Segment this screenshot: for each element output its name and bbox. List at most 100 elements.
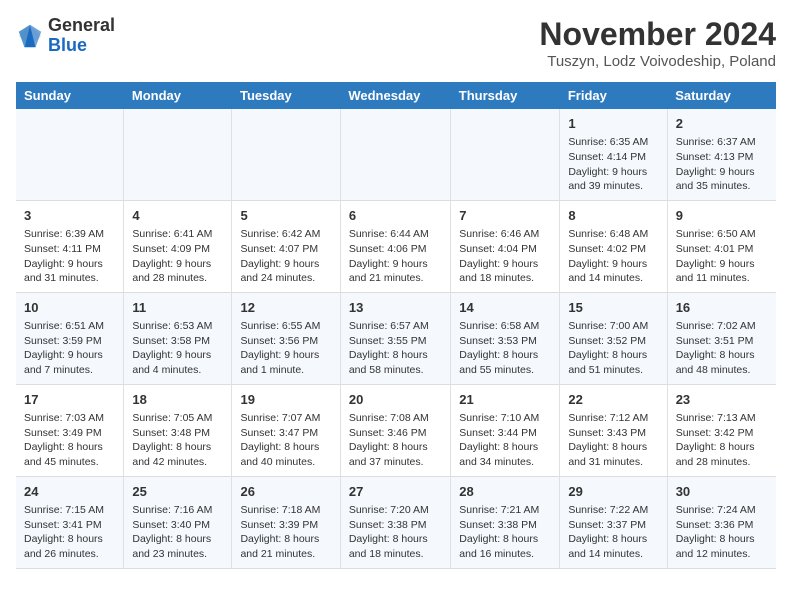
month-title: November 2024 <box>539 16 776 53</box>
day-info: Sunrise: 7:15 AM <box>24 504 104 516</box>
day-number: 3 <box>24 207 115 225</box>
day-info: Sunset: 3:52 PM <box>568 335 646 347</box>
day-info: Daylight: 8 hours and 21 minutes. <box>240 533 319 560</box>
calendar-cell-w4d3: 19Sunrise: 7:07 AMSunset: 3:47 PMDayligh… <box>232 384 340 476</box>
logo-blue: Blue <box>48 35 87 55</box>
day-number: 7 <box>459 207 551 225</box>
day-info: Sunset: 3:44 PM <box>459 427 537 439</box>
col-saturday: Saturday <box>667 82 776 109</box>
day-info: Sunset: 3:56 PM <box>240 335 318 347</box>
day-number: 5 <box>240 207 331 225</box>
calendar-cell-w4d5: 21 Sunrise: 7:10 AM Sunset: 3:44 PM Dayligh… <box>451 384 560 476</box>
day-info: Sunset: 3:36 PM <box>676 519 754 531</box>
day-info: Daylight: 8 hours and 55 minutes. <box>459 349 538 376</box>
day-info: Sunrise: 7:13 AM <box>676 412 756 424</box>
day-info: Sunset: 4:09 PM <box>132 243 210 255</box>
calendar-cell-w4d6: 22Sunrise: 7:12 AMSunset: 3:43 PMDayligh… <box>560 384 667 476</box>
day-info: Daylight: 8 hours and 48 minutes. <box>676 349 755 376</box>
day-info: Sunrise: 6:58 AM <box>459 320 539 332</box>
calendar-cell-w2d2: 4Sunrise: 6:41 AMSunset: 4:09 PMDaylight… <box>124 200 232 292</box>
day-number: 14 <box>459 299 551 317</box>
day-info: Daylight: 8 hours and 42 minutes. <box>132 441 211 468</box>
day-info: Daylight: 9 hours and 28 minutes. <box>132 258 211 285</box>
day-info: Daylight: 9 hours and 1 minute. <box>240 349 319 376</box>
calendar-cell-w2d7: 9Sunrise: 6:50 AMSunset: 4:01 PMDaylight… <box>667 200 776 292</box>
day-info: Sunrise: 6:46 AM <box>459 228 539 240</box>
day-info: Daylight: 8 hours and 26 minutes. <box>24 533 103 560</box>
calendar-cell-w1d1 <box>16 109 124 200</box>
day-number: 12 <box>240 299 331 317</box>
col-monday: Monday <box>124 82 232 109</box>
day-info: Daylight: 9 hours and 21 minutes. <box>349 258 428 285</box>
calendar-cell-w5d6: 29 Sunrise: 7:22 AM Sunset: 3:37 PM Dayligh… <box>560 476 667 568</box>
day-info: Sunrise: 6:39 AM <box>24 228 104 240</box>
calendar-cell-w1d6: 1Sunrise: 6:35 AMSunset: 4:14 PMDaylight… <box>560 109 667 200</box>
day-info: Daylight: 9 hours and 14 minutes. <box>568 258 647 285</box>
calendar-cell-w4d4: 20Sunrise: 7:08 AMSunset: 3:46 PMDayligh… <box>340 384 450 476</box>
day-number: 16 <box>676 299 768 317</box>
day-info: Sunrise: 7:24 AM <box>676 504 756 516</box>
calendar-cell-w1d3 <box>232 109 340 200</box>
day-info: Daylight: 8 hours and 40 minutes. <box>240 441 319 468</box>
day-number: 8 <box>568 207 658 225</box>
day-info: Sunrise: 7:02 AM <box>676 320 756 332</box>
day-info: Sunrise: 6:57 AM <box>349 320 429 332</box>
day-number: 10 <box>24 299 115 317</box>
day-number: 29 <box>568 483 658 501</box>
day-number: 24 <box>24 483 115 501</box>
day-number: 13 <box>349 299 442 317</box>
day-info: Sunset: 4:14 PM <box>568 151 646 163</box>
col-tuesday: Tuesday <box>232 82 340 109</box>
day-info: Daylight: 9 hours and 31 minutes. <box>24 258 103 285</box>
day-info: Daylight: 8 hours and 12 minutes. <box>676 533 755 560</box>
logo: General Blue <box>16 16 115 56</box>
day-info: Sunrise: 7:16 AM <box>132 504 212 516</box>
day-number: 30 <box>676 483 768 501</box>
day-info: Sunset: 3:58 PM <box>132 335 210 347</box>
day-info: Daylight: 8 hours and 18 minutes. <box>349 533 428 560</box>
day-info: Sunrise: 7:18 AM <box>240 504 320 516</box>
calendar-cell-w1d7: 2Sunrise: 6:37 AMSunset: 4:13 PMDaylight… <box>667 109 776 200</box>
day-number: 22 <box>568 391 658 409</box>
day-number: 18 <box>132 391 223 409</box>
calendar-cell-w3d7: 16Sunrise: 7:02 AMSunset: 3:51 PMDayligh… <box>667 292 776 384</box>
day-info: Sunset: 3:41 PM <box>24 519 102 531</box>
day-info: Daylight: 9 hours and 11 minutes. <box>676 258 755 285</box>
day-number: 27 <box>349 483 442 501</box>
calendar-cell-w3d1: 10Sunrise: 6:51 AMSunset: 3:59 PMDayligh… <box>16 292 124 384</box>
day-info: Sunset: 3:42 PM <box>676 427 754 439</box>
logo-text: General Blue <box>48 16 115 56</box>
col-sunday: Sunday <box>16 82 124 109</box>
day-info: Sunrise: 6:41 AM <box>132 228 212 240</box>
logo-general: General <box>48 15 115 35</box>
day-info: Sunrise: 6:44 AM <box>349 228 429 240</box>
header-row: Sunday Monday Tuesday Wednesday Thursday… <box>16 82 776 109</box>
day-number: 17 <box>24 391 115 409</box>
day-info: Sunset: 3:39 PM <box>240 519 318 531</box>
day-info: Daylight: 8 hours and 14 minutes. <box>568 533 647 560</box>
day-info: Sunrise: 7:10 AM <box>459 412 539 424</box>
title-section: November 2024 Tuszyn, Lodz Voivodeship, … <box>539 16 776 70</box>
day-number: 25 <box>132 483 223 501</box>
col-friday: Friday <box>560 82 667 109</box>
calendar-cell-w1d2 <box>124 109 232 200</box>
day-info: Sunrise: 6:55 AM <box>240 320 320 332</box>
day-info: Daylight: 8 hours and 45 minutes. <box>24 441 103 468</box>
day-info: Sunrise: 7:08 AM <box>349 412 429 424</box>
day-info: Sunrise: 7:22 AM <box>568 504 648 516</box>
calendar-cell-w3d4: 13Sunrise: 6:57 AMSunset: 3:55 PMDayligh… <box>340 292 450 384</box>
day-info: Sunset: 3:37 PM <box>568 519 646 531</box>
calendar-cell-w5d7: 30 Sunrise: 7:24 AM Sunset: 3:36 PM Dayligh… <box>667 476 776 568</box>
week-row-4: 17Sunrise: 7:03 AMSunset: 3:49 PMDayligh… <box>16 384 776 476</box>
day-number: 15 <box>568 299 658 317</box>
day-info: Sunrise: 6:35 AM <box>568 136 648 148</box>
day-number: 2 <box>676 115 768 133</box>
week-row-3: 10Sunrise: 6:51 AMSunset: 3:59 PMDayligh… <box>16 292 776 384</box>
day-info: Daylight: 8 hours and 16 minutes. <box>459 533 538 560</box>
calendar-cell-w4d2: 18Sunrise: 7:05 AMSunset: 3:48 PMDayligh… <box>124 384 232 476</box>
day-info: Daylight: 8 hours and 34 minutes. <box>459 441 538 468</box>
calendar-cell-w5d4: 27Sunrise: 7:20 AMSunset: 3:38 PMDayligh… <box>340 476 450 568</box>
day-info: Daylight: 9 hours and 24 minutes. <box>240 258 319 285</box>
calendar-cell-w3d2: 11Sunrise: 6:53 AMSunset: 3:58 PMDayligh… <box>124 292 232 384</box>
day-number: 21 <box>459 391 551 409</box>
